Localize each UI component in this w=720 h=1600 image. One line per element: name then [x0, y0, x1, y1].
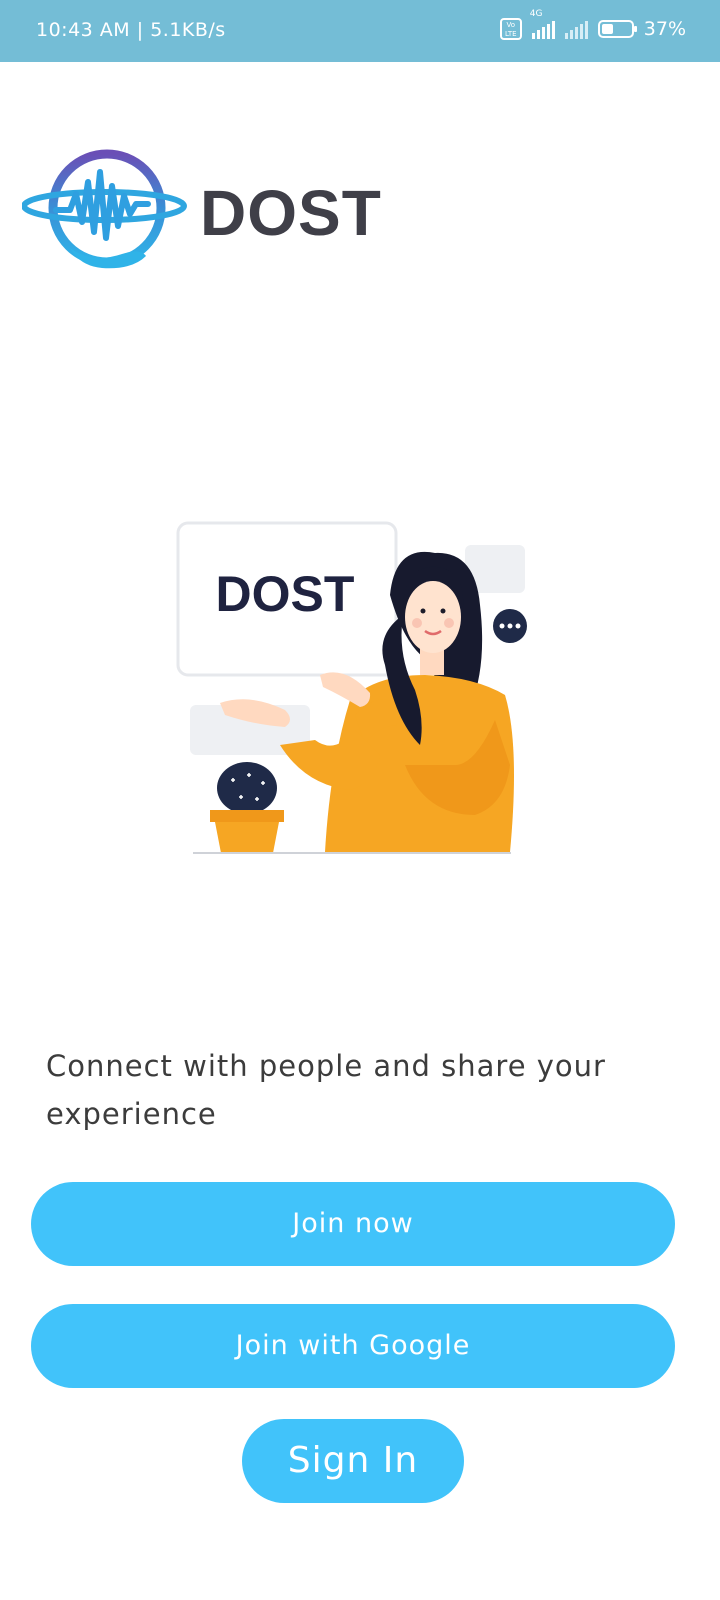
woman-presenting-illustration: DOST: [176, 521, 527, 854]
sign-in-button[interactable]: Sign In: [242, 1419, 464, 1503]
status-net-speed: 5.1KB/s: [150, 19, 226, 41]
tagline: Connect with people and share your exper…: [46, 1049, 606, 1131]
status-left: 10:43 AM | 5.1KB/s: [36, 19, 226, 41]
dost-logo-icon: [22, 149, 187, 269]
brand-name: DOST: [200, 177, 382, 249]
join-now-button[interactable]: Join now: [31, 1182, 675, 1266]
network-type-label: 4G: [529, 9, 543, 19]
status-right: Vo LTE 4G 37%: [499, 9, 686, 40]
join-with-google-button[interactable]: Join with Google: [31, 1304, 675, 1388]
status-bar: 10:43 AM | 5.1KB/s Vo LTE 4G 37%: [0, 0, 720, 62]
battery-icon: [597, 20, 637, 38]
illustration-sign-text: DOST: [216, 566, 355, 622]
status-separator: |: [136, 19, 144, 41]
signal-4g-icon: 4G: [530, 9, 555, 39]
volte-icon: Vo LTE: [499, 18, 522, 40]
signal-icon: [564, 19, 588, 39]
battery-percent: 37%: [643, 18, 686, 40]
status-time: 10:43 AM: [36, 19, 131, 41]
